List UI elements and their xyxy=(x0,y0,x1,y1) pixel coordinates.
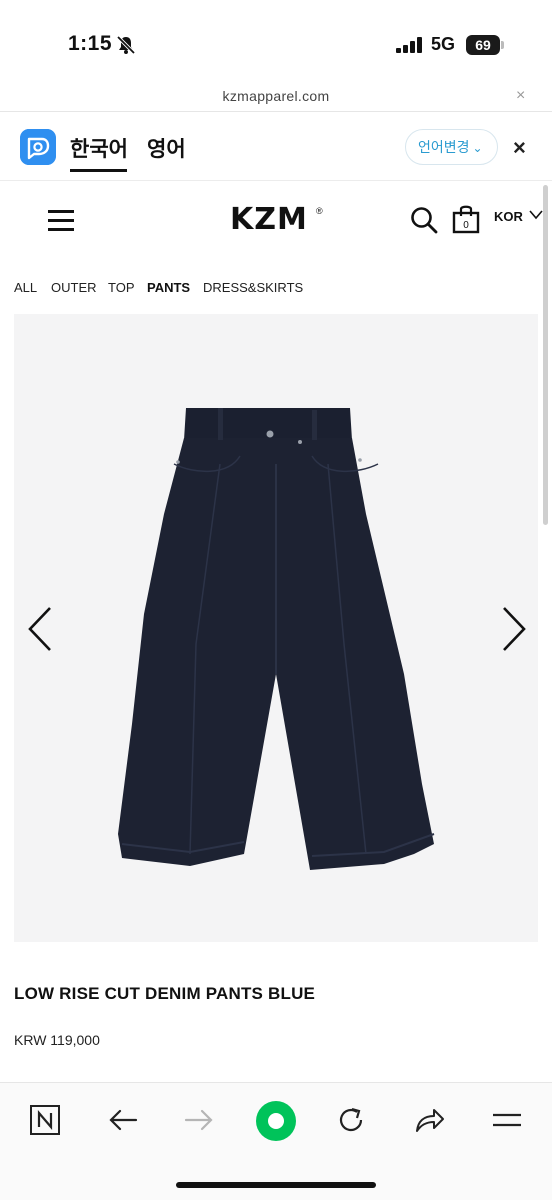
battery-level: 69 xyxy=(466,35,500,55)
back-arrow-icon[interactable] xyxy=(106,1103,140,1137)
category-top[interactable]: TOP xyxy=(108,280,135,295)
url-text[interactable]: kzmapparel.com xyxy=(0,88,552,104)
cart-count: 0 xyxy=(463,220,469,231)
next-image-arrow-icon[interactable] xyxy=(498,604,528,654)
menu-lines-icon[interactable] xyxy=(490,1103,524,1137)
url-bar[interactable]: kzmapparel.com × xyxy=(0,80,552,112)
papago-translate-icon[interactable] xyxy=(20,129,56,165)
category-pants[interactable]: PANTS xyxy=(147,280,190,295)
category-dress-skirts[interactable]: DRESS&SKIRTS xyxy=(203,280,303,295)
menu-icon[interactable] xyxy=(48,210,74,232)
site-header: KZM ® 0 KOR xyxy=(0,182,543,264)
registered-mark: ® xyxy=(316,206,323,216)
battery-tip xyxy=(501,41,504,49)
change-language-button[interactable]: 언어변경 ⌄ xyxy=(405,129,498,165)
category-all[interactable]: ALL xyxy=(14,280,37,295)
chevron-down-icon[interactable] xyxy=(528,208,544,222)
status-bar: 1:15 5G 69 xyxy=(0,0,552,80)
shopping-bag-icon[interactable]: 0 xyxy=(452,204,480,234)
share-icon[interactable] xyxy=(412,1103,446,1137)
naver-icon[interactable] xyxy=(28,1103,62,1137)
denim-pants-image xyxy=(118,408,435,870)
search-icon[interactable] xyxy=(410,206,438,234)
change-language-label: 언어변경 xyxy=(418,139,470,155)
bell-muted-icon xyxy=(116,35,136,55)
tab-active-underline xyxy=(70,169,127,172)
home-indicator xyxy=(176,1182,376,1188)
green-dot-icon[interactable] xyxy=(254,1099,298,1143)
reload-icon[interactable] xyxy=(334,1103,368,1137)
language-selector[interactable]: KOR xyxy=(494,209,523,224)
battery-icon: 69 xyxy=(466,35,504,55)
url-close-icon[interactable]: × xyxy=(516,87,525,105)
translate-bar: 한국어 영어 언어변경 ⌄ × xyxy=(0,113,552,181)
product-name[interactable]: LOW RISE CUT DENIM PANTS BLUE xyxy=(14,984,315,1004)
forward-arrow-icon[interactable] xyxy=(182,1103,216,1137)
chevron-down-icon: ⌄ xyxy=(472,141,483,155)
browser-toolbar xyxy=(0,1082,552,1200)
site-logo[interactable]: KZM xyxy=(230,202,308,237)
previous-image-arrow-icon[interactable] xyxy=(26,604,56,654)
translate-close-icon[interactable]: × xyxy=(513,135,526,161)
signal-bars-icon xyxy=(396,37,422,53)
product-image[interactable] xyxy=(14,314,538,942)
tab-english[interactable]: 영어 xyxy=(147,133,186,163)
page-scrollbar[interactable] xyxy=(543,185,548,525)
tab-korean[interactable]: 한국어 xyxy=(70,133,128,163)
product-price: KRW 119,000 xyxy=(14,1032,100,1048)
status-time: 1:15 xyxy=(68,32,113,55)
network-type: 5G xyxy=(431,34,456,54)
category-outer[interactable]: OUTER xyxy=(51,280,97,295)
